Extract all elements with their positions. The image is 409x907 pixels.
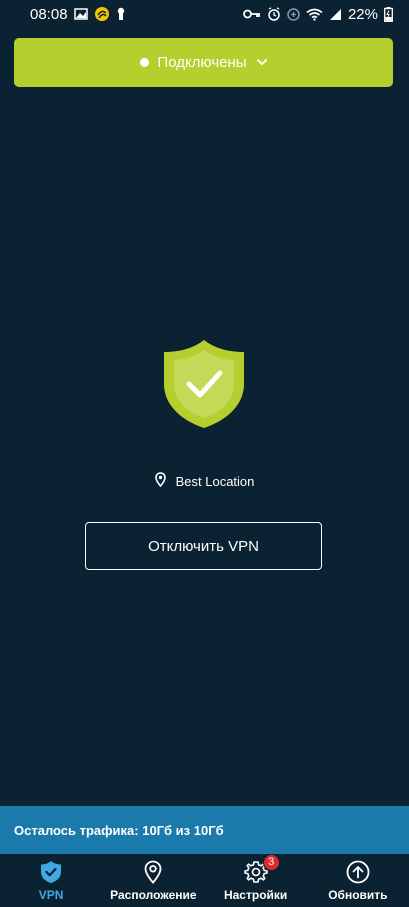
traffic-remaining-label: Осталось трафика: 10Гб из 10Гб: [14, 822, 224, 838]
status-bar-left: 08:08: [30, 6, 126, 23]
carrier-logo-icon: [94, 6, 110, 22]
nav-label-location: Расположение: [110, 887, 197, 902]
vpn-key-icon: [243, 9, 261, 19]
image-notification-icon: [73, 8, 88, 20]
nav-item-upgrade[interactable]: Обновить: [307, 854, 409, 907]
disconnect-vpn-button[interactable]: Отключить VPN: [85, 522, 322, 570]
gear-icon: 3: [243, 853, 280, 884]
clock: 08:08: [30, 5, 68, 23]
signal-icon: [329, 8, 342, 21]
chevron-down-icon: [256, 59, 267, 66]
selected-location[interactable]: Best Location: [0, 472, 409, 490]
system-status-bar: 08:08 22%: [0, 0, 409, 28]
nav-label-settings: Настройки: [223, 887, 288, 902]
alarm-icon: [267, 7, 281, 21]
wifi-icon: [306, 8, 323, 21]
battery-percent: 22%: [347, 5, 378, 23]
nav-item-location[interactable]: Расположение: [102, 854, 204, 907]
shield-check-icon: [40, 860, 62, 884]
nav-item-settings[interactable]: 3 Настройки: [205, 853, 307, 907]
data-saver-icon: [287, 7, 300, 21]
location-pin-icon: [144, 860, 162, 884]
location-label: Best Location: [175, 473, 255, 489]
location-pin-icon: [154, 472, 166, 490]
battery-charging-icon: [384, 6, 393, 22]
bottom-navigation: VPN Расположение 3 Настройки Обновить: [0, 853, 409, 907]
nav-label-vpn: VPN: [38, 887, 64, 902]
status-bar-right: 22%: [243, 6, 393, 23]
connection-status-dropdown[interactable]: Подключены: [14, 38, 393, 87]
traffic-remaining-banner: Осталось трафика: 10Гб из 10Гб: [0, 806, 409, 854]
settings-notification-badge: 3: [262, 853, 280, 871]
connection-status-label: Подключены: [157, 54, 247, 71]
shield-check-icon: [162, 338, 246, 430]
keyhole-icon: [116, 7, 126, 21]
nav-label-upgrade: Обновить: [328, 887, 388, 902]
connected-dot-icon: [140, 58, 150, 67]
upgrade-arrow-icon: [346, 860, 370, 884]
nav-item-vpn[interactable]: VPN: [0, 854, 102, 907]
